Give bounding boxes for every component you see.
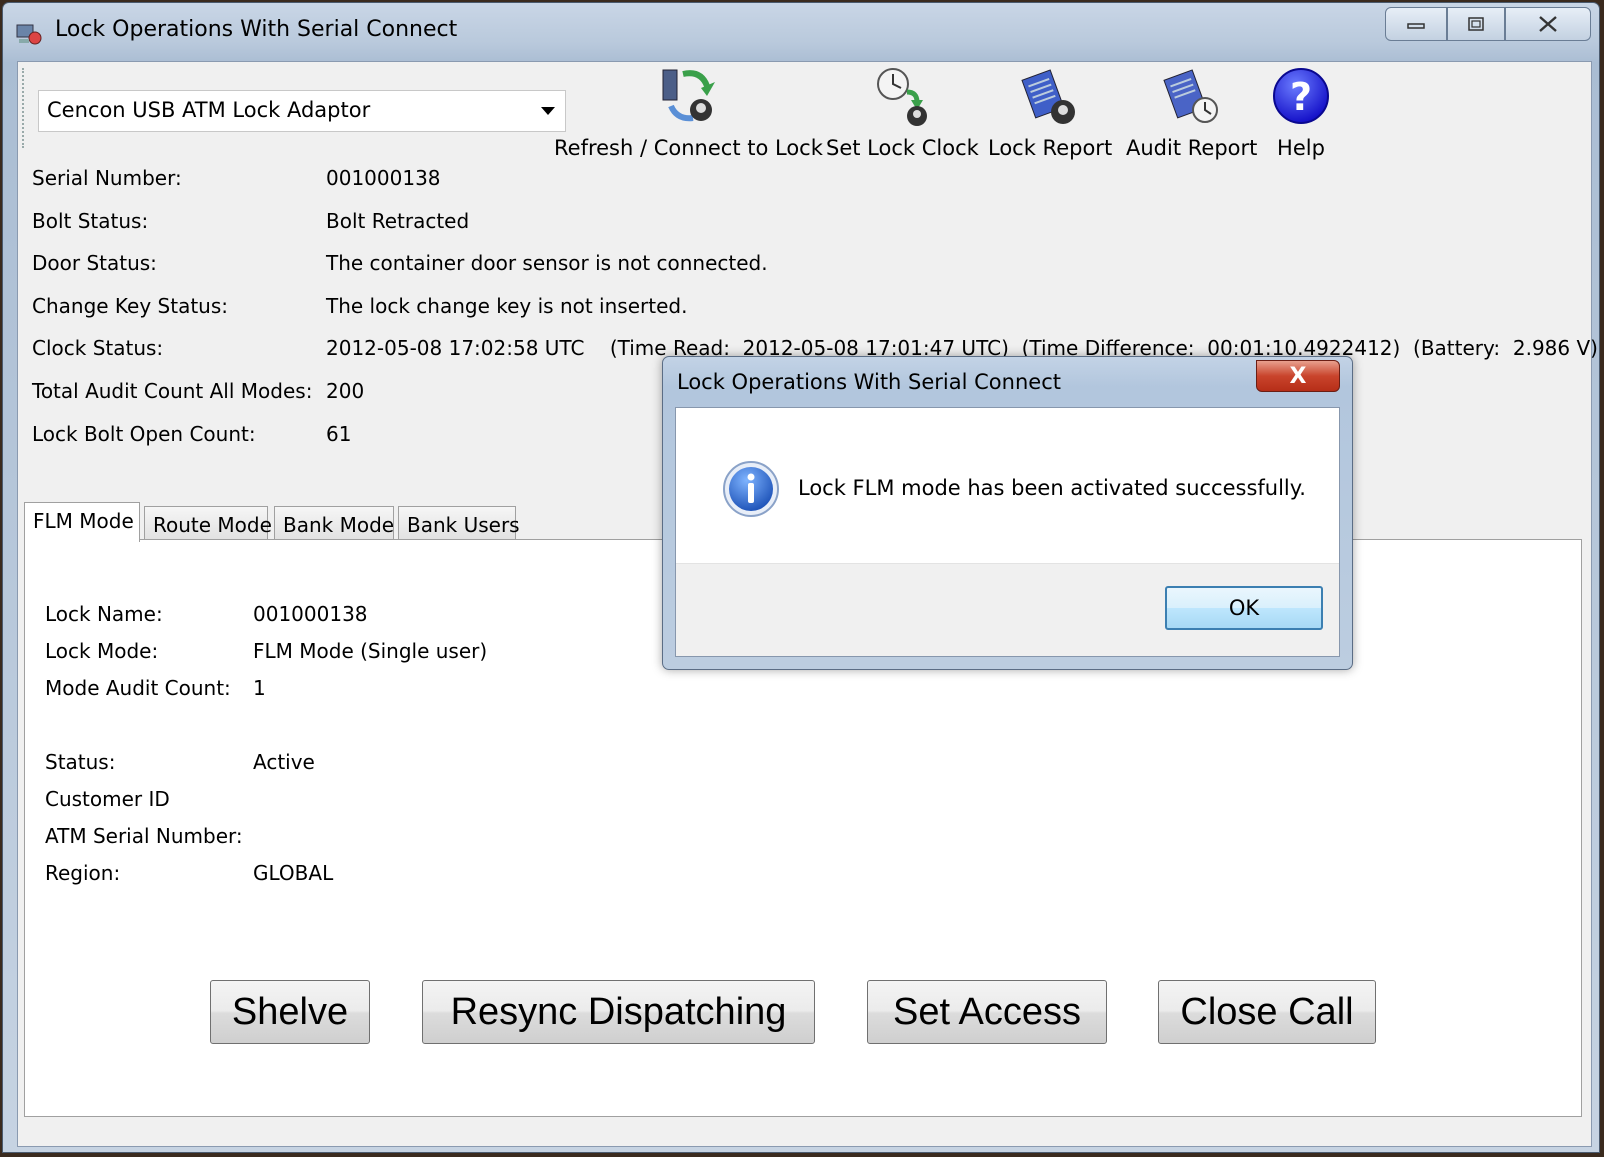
lock-report-label: Lock Report xyxy=(988,136,1113,160)
toolbar-grip[interactable] xyxy=(22,68,27,148)
device-select[interactable]: Cencon USB ATM Lock Adaptor xyxy=(38,90,566,132)
dialog-close-button[interactable]: X xyxy=(1256,360,1340,392)
dialog-footer: OK xyxy=(676,563,1339,656)
app-icon xyxy=(16,24,42,45)
dialog-title: Lock Operations With Serial Connect xyxy=(677,370,1061,394)
maximize-button[interactable] xyxy=(1447,7,1505,41)
audit-report-icon xyxy=(1163,69,1218,123)
close-icon xyxy=(1539,16,1557,32)
atm-serial-number-label: ATM Serial Number: xyxy=(45,824,243,848)
help-button[interactable]: ? Help xyxy=(1270,66,1332,160)
title-bar[interactable]: Lock Operations With Serial Connect xyxy=(3,3,1599,61)
info-icon xyxy=(723,461,779,517)
audit-report-label: Audit Report xyxy=(1126,136,1258,160)
bolt-open-count-label: Lock Bolt Open Count: xyxy=(32,422,256,446)
region-label: Region: xyxy=(45,861,121,885)
shelve-button[interactable]: Shelve xyxy=(210,980,370,1044)
window-title: Lock Operations With Serial Connect xyxy=(55,17,458,42)
refresh-connect-icon xyxy=(662,69,716,122)
tab-bank-mode[interactable]: Bank Mode xyxy=(274,506,394,539)
restore-icon xyxy=(1468,17,1484,31)
refresh-connect-label: Refresh / Connect to Lock xyxy=(554,136,823,160)
change-key-status-label: Change Key Status: xyxy=(32,294,229,318)
chevron-down-icon xyxy=(541,107,555,115)
help-icon: ? xyxy=(1273,68,1329,124)
device-select-value: Cencon USB ATM Lock Adaptor xyxy=(47,98,371,122)
bolt-open-count-value: 61 xyxy=(326,422,352,446)
set-lock-clock-button[interactable]: Set Lock Clock xyxy=(826,66,979,160)
clock-icon xyxy=(877,68,928,126)
refresh-connect-button[interactable]: Refresh / Connect to Lock xyxy=(554,66,823,160)
svg-text:?: ? xyxy=(1290,75,1312,119)
region-value: GLOBAL xyxy=(253,861,334,885)
minimize-icon xyxy=(1407,23,1425,29)
bolt-status-label: Bolt Status: xyxy=(32,209,149,233)
total-audit-count-value: 200 xyxy=(326,379,365,403)
status-label: Status: xyxy=(45,750,116,774)
clock-status-label: Clock Status: xyxy=(32,336,164,360)
lock-mode-label: Lock Mode: xyxy=(45,639,159,663)
lock-report-icon xyxy=(1021,69,1076,124)
mode-audit-count-label: Mode Audit Count: xyxy=(45,676,231,700)
close-window-button[interactable] xyxy=(1505,7,1591,41)
lock-name-label: Lock Name: xyxy=(45,602,163,626)
serial-number-value: 001000138 xyxy=(326,166,441,190)
total-audit-count-label: Total Audit Count All Modes: xyxy=(32,379,313,403)
dialog-message: Lock FLM mode has been activated success… xyxy=(798,476,1306,500)
status-value: Active xyxy=(253,750,315,774)
message-dialog: Lock Operations With Serial Connect X Lo… xyxy=(662,356,1353,670)
customer-id-label: Customer ID xyxy=(45,787,170,811)
dialog-body: Lock FLM mode has been activated success… xyxy=(675,407,1340,657)
mode-audit-count-value: 1 xyxy=(253,676,266,700)
lock-mode-value: FLM Mode (Single user) xyxy=(253,639,488,663)
change-key-status-value: The lock change key is not inserted. xyxy=(326,294,688,318)
tab-flm-mode[interactable]: FLM Mode xyxy=(24,502,140,542)
door-status-value: The container door sensor is not connect… xyxy=(326,251,768,275)
close-call-button[interactable]: Close Call xyxy=(1158,980,1376,1044)
lock-report-button[interactable]: Lock Report xyxy=(988,66,1112,160)
lock-name-value: 001000138 xyxy=(253,602,368,626)
door-status-label: Door Status: xyxy=(32,251,157,275)
help-label: Help xyxy=(1277,136,1325,160)
audit-report-button[interactable]: Audit Report xyxy=(1126,66,1257,160)
minimize-button[interactable] xyxy=(1385,7,1447,41)
resync-dispatching-button[interactable]: Resync Dispatching xyxy=(422,980,815,1044)
set-access-button[interactable]: Set Access xyxy=(867,980,1107,1044)
caption-buttons xyxy=(1385,7,1591,41)
set-lock-clock-label: Set Lock Clock xyxy=(826,136,979,160)
tab-bank-users[interactable]: Bank Users xyxy=(398,506,520,539)
tab-route-mode[interactable]: Route Mode xyxy=(144,506,272,539)
ok-button[interactable]: OK xyxy=(1165,586,1323,630)
bolt-status-value: Bolt Retracted xyxy=(326,209,470,233)
serial-number-label: Serial Number: xyxy=(32,166,182,190)
